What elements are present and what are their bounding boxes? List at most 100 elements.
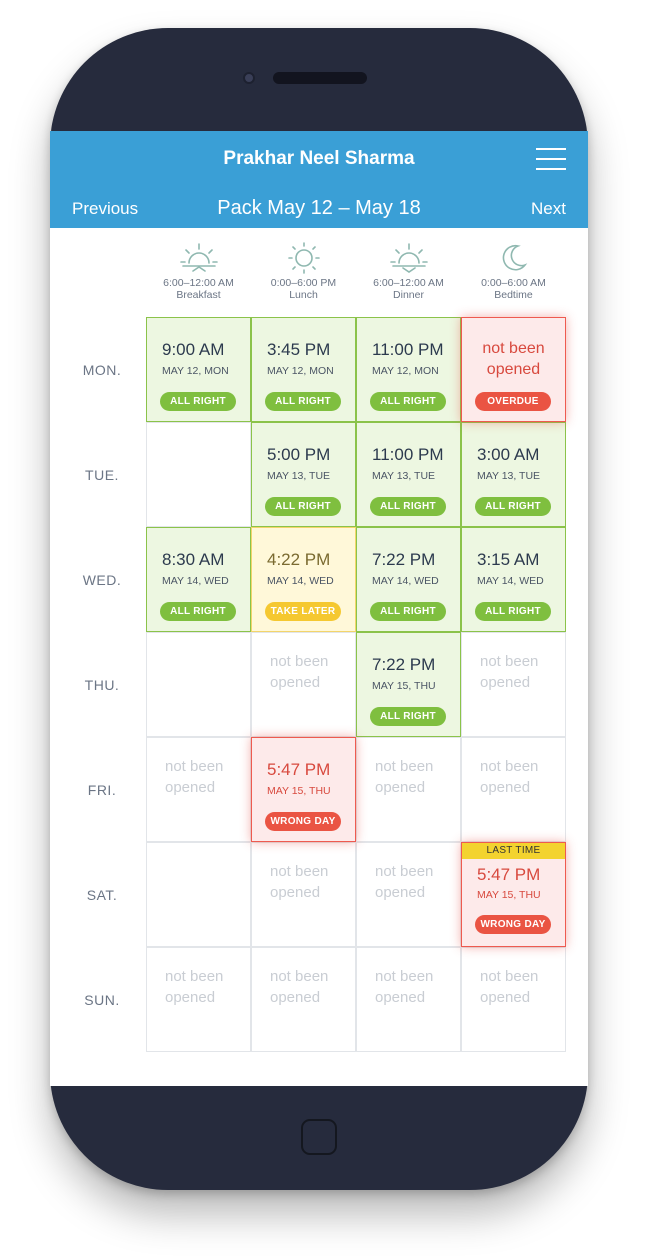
dose-time: 3:45 PM [267, 340, 331, 359]
schedule-cell[interactable]: 3:15 AM MAY 14, WED ALL RIGHT [461, 527, 566, 632]
schedule-cell[interactable]: not been opened [146, 947, 251, 1052]
dose-date: MAY 12, MON [162, 365, 229, 377]
period-dinner: 6:00–12:00 AM Dinner [356, 241, 461, 301]
dose-date: MAY 15, THU [372, 680, 436, 692]
day-label: FRI. [87, 782, 117, 798]
dose-date: MAY 15, THU [477, 889, 541, 901]
period-label: Lunch [289, 289, 318, 301]
user-name: Prakhar Neel Sharma [223, 148, 415, 169]
period-label: Breakfast [176, 289, 221, 301]
period-label: Dinner [393, 289, 424, 301]
schedule-cell[interactable]: 4:22 PM MAY 14, WED TAKE LATER [251, 527, 356, 632]
dose-time: 11:00 PM [372, 340, 444, 359]
sunset-icon [389, 243, 428, 273]
schedule-cell[interactable]: 8:30 AM MAY 14, WED ALL RIGHT [146, 527, 251, 632]
schedule-cell[interactable] [146, 632, 251, 737]
period-label: Bedtime [494, 289, 533, 301]
dose-date: MAY 14, WED [372, 575, 439, 587]
dose-time: 3:00 AM [477, 445, 540, 464]
day-label: SAT. [86, 887, 118, 903]
status-badge: ALL RIGHT [370, 707, 446, 726]
period-header-row: 6:00–12:00 AM Breakfast 0:00–6:00 PM Lun… [146, 241, 566, 311]
schedule-cell[interactable]: not been opened [356, 842, 461, 947]
period-range: 6:00–12:00 AM [163, 277, 234, 289]
dose-date: MAY 13, TUE [372, 470, 436, 482]
status-badge: ALL RIGHT [160, 602, 236, 621]
schedule-cell[interactable] [146, 422, 251, 527]
front-camera [243, 72, 255, 84]
phone-frame: Prakhar Neel Sharma Previous Pack May 12… [50, 28, 588, 1190]
period-lunch: 0:00–6:00 PM Lunch [251, 241, 356, 301]
dose-date: MAY 13, TUE [477, 470, 541, 482]
period-range: 6:00–12:00 AM [373, 277, 444, 289]
schedule-cell[interactable]: 5:00 PM MAY 13, TUE ALL RIGHT [251, 422, 356, 527]
dose-time: 5:47 PM [267, 760, 331, 779]
not-opened-text: not been opened [480, 758, 539, 796]
dose-time: 9:00 AM [162, 340, 225, 359]
dose-date: MAY 12, MON [372, 365, 439, 377]
not-opened-text: not been opened [165, 968, 224, 1006]
period-range: 0:00–6:00 PM [270, 277, 337, 289]
status-badge: ALL RIGHT [475, 602, 551, 621]
schedule-cell[interactable]: not been opened [461, 947, 566, 1052]
dose-date: MAY 15, THU [267, 785, 331, 797]
period-range: 0:00–6:00 AM [481, 277, 546, 289]
schedule-cell[interactable]: not been opened [251, 947, 356, 1052]
dose-date: MAY 14, WED [267, 575, 334, 587]
not-opened-text: not been opened [375, 863, 434, 901]
schedule-cell[interactable]: not been opened [146, 737, 251, 842]
status-badge: ALL RIGHT [265, 497, 341, 516]
schedule-cell[interactable]: not been opened [251, 842, 356, 947]
period-bedtime: 0:00–6:00 AM Bedtime [461, 241, 566, 301]
not-opened-text: not been opened [482, 340, 545, 378]
schedule-cell[interactable]: LAST TIME 5:47 PM MAY 15, THU WRONG DAY [461, 842, 566, 947]
day-label: THU. [84, 677, 120, 693]
schedule-cell[interactable]: 7:22 PM MAY 15, THU ALL RIGHT [356, 632, 461, 737]
dose-time: 8:30 AM [162, 550, 225, 569]
schedule-cell[interactable]: not been opened [461, 632, 566, 737]
status-badge: ALL RIGHT [160, 392, 236, 411]
schedule-cell[interactable]: not been opened [251, 632, 356, 737]
not-opened-text: not been opened [165, 758, 224, 796]
status-badge: ALL RIGHT [370, 392, 446, 411]
day-label: TUE. [85, 467, 119, 483]
schedule-cell[interactable]: 11:00 PM MAY 13, TUE ALL RIGHT [356, 422, 461, 527]
not-opened-text: not been opened [480, 968, 539, 1006]
hamburger-menu-icon[interactable] [536, 148, 566, 170]
last-time-tag: LAST TIME [462, 843, 565, 859]
next-button[interactable]: Next [531, 199, 566, 219]
schedule-cell[interactable]: not been opened [356, 737, 461, 842]
dose-date: MAY 13, TUE [267, 470, 331, 482]
not-opened-text: not been opened [270, 863, 329, 901]
schedule-cell[interactable]: not been opened [461, 737, 566, 842]
schedule-cell[interactable]: 3:45 PM MAY 12, MON ALL RIGHT [251, 317, 356, 422]
status-badge: WRONG DAY [265, 812, 341, 831]
day-label: MON. [82, 362, 122, 378]
schedule-cell[interactable]: 9:00 AM MAY 12, MON ALL RIGHT [146, 317, 251, 422]
schedule-cell[interactable]: 3:00 AM MAY 13, TUE ALL RIGHT [461, 422, 566, 527]
app-screen: Prakhar Neel Sharma Previous Pack May 12… [50, 131, 588, 1086]
status-badge: WRONG DAY [475, 915, 551, 934]
pack-title: Pack May 12 – May 18 [217, 197, 421, 219]
status-badge: OVERDUE [475, 392, 551, 411]
schedule-cell[interactable]: not been opened OVERDUE [461, 317, 566, 422]
not-opened-text: not been opened [375, 968, 434, 1006]
status-badge: ALL RIGHT [370, 497, 446, 516]
day-label: WED. [82, 572, 122, 588]
schedule-cell[interactable]: 11:00 PM MAY 12, MON ALL RIGHT [356, 317, 461, 422]
dose-time: 5:47 PM [477, 865, 541, 884]
home-button[interactable] [301, 1119, 337, 1155]
schedule-grid: MON. 9:00 AM MAY 12, MON ALL RIGHT 3:45 PM MA… [83, 317, 567, 1052]
status-badge: TAKE LATER [265, 602, 341, 621]
status-badge: ALL RIGHT [370, 602, 446, 621]
sun-icon [287, 242, 320, 274]
schedule-cell[interactable] [146, 842, 251, 947]
status-badge: ALL RIGHT [475, 497, 551, 516]
schedule-cell[interactable]: 7:22 PM MAY 14, WED ALL RIGHT [356, 527, 461, 632]
not-opened-text: not been opened [375, 758, 434, 796]
status-badge: ALL RIGHT [265, 392, 341, 411]
dose-time: 11:00 PM [372, 445, 444, 464]
schedule-cell[interactable]: 5:47 PM MAY 15, THU WRONG DAY [251, 737, 356, 842]
schedule-cell[interactable]: not been opened [356, 947, 461, 1052]
sunrise-icon [179, 243, 218, 272]
